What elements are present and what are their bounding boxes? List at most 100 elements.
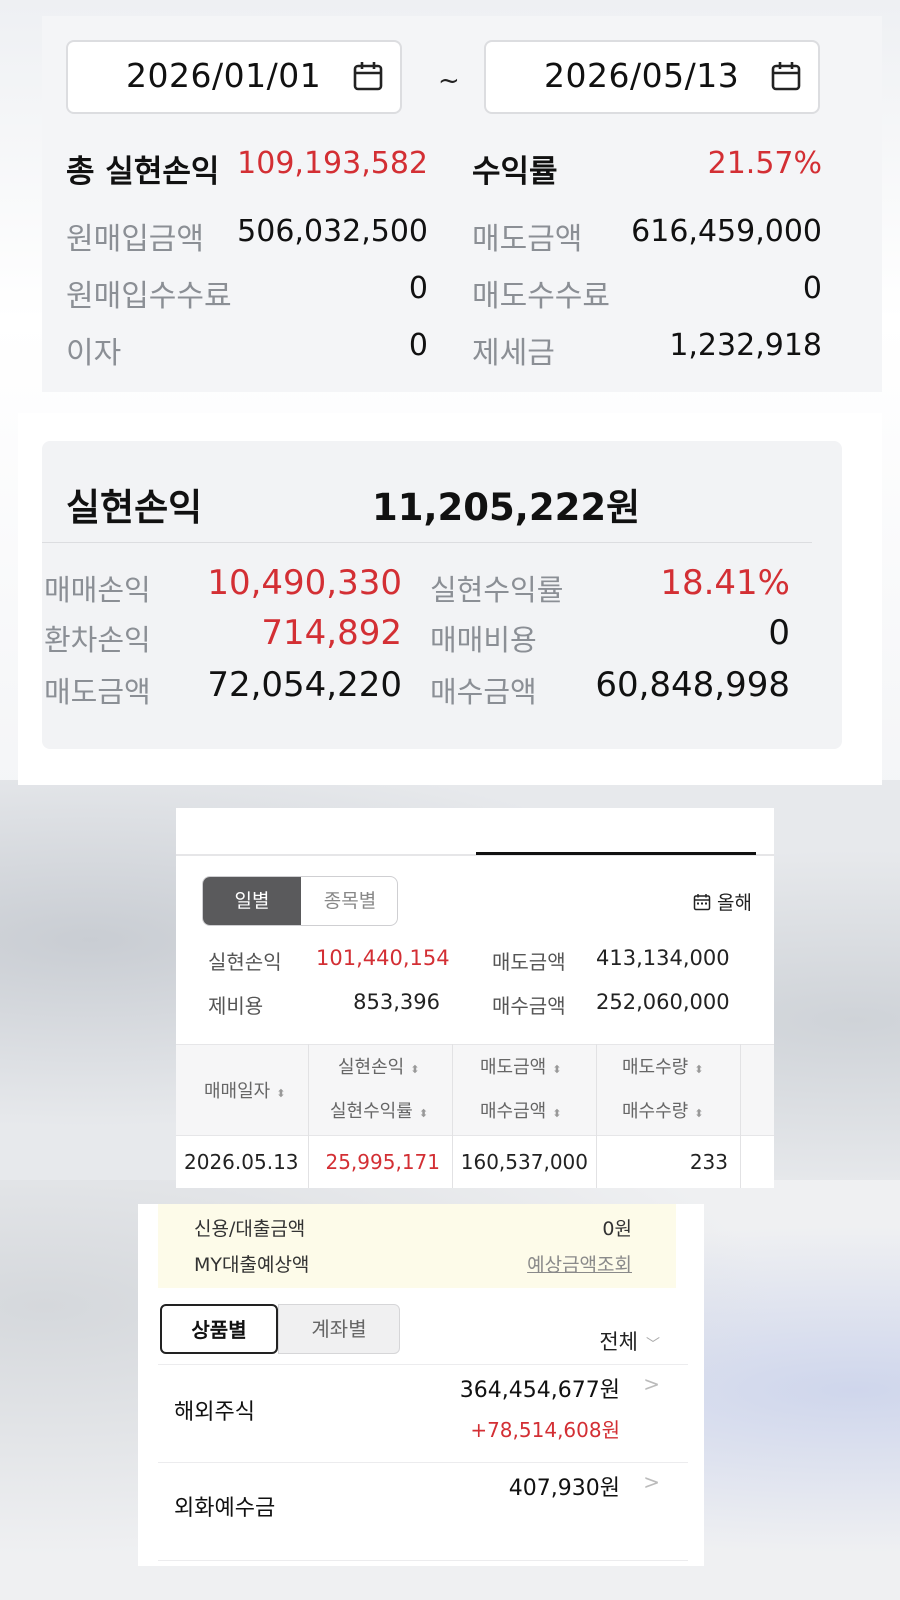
- realized-profit-value: 101,440,154: [316, 946, 450, 970]
- sort-icon: ⬍: [276, 1087, 286, 1100]
- end-date-picker[interactable]: 2026/05/13: [484, 40, 820, 114]
- trade-profit-value: 10,490,330: [207, 563, 402, 603]
- column-divider: [740, 1044, 741, 1188]
- period-label: 올해: [717, 892, 752, 914]
- header-realized-rate[interactable]: 실현수익률 ⬍: [330, 1097, 428, 1123]
- credit-loan-value: 0원: [602, 1218, 632, 1240]
- realized-rate-label: 실현수익률: [430, 573, 564, 607]
- tax-label: 제세금: [472, 336, 555, 371]
- calendar-icon[interactable]: [352, 60, 384, 92]
- sort-icon: ⬍: [552, 1063, 562, 1076]
- purchase-amount-value: 506,032,500: [237, 214, 428, 249]
- header-sell-amount[interactable]: 매도금액 ⬍: [480, 1053, 561, 1079]
- item-value: 364,454,677원: [459, 1378, 620, 1403]
- estimate-lookup-link[interactable]: 예상금액조회: [527, 1250, 632, 1277]
- active-tab-indicator: [476, 852, 756, 855]
- sell-fee-value: 0: [802, 271, 822, 306]
- header-buy-qty[interactable]: 매수수량 ⬍: [622, 1097, 703, 1123]
- sell-amount-label: 매도금액: [492, 950, 566, 974]
- header-label: 매수금액: [480, 1101, 547, 1122]
- sort-icon: ⬍: [694, 1063, 704, 1076]
- chevron-right-icon: >: [643, 1470, 660, 1494]
- item-value: 407,930원: [508, 1476, 620, 1501]
- sell-amount-cell: 160,537,000: [460, 1150, 588, 1174]
- total-profit-value: 109,193,582: [237, 146, 428, 181]
- chevron-right-icon: >: [643, 1372, 660, 1396]
- trade-cost-value: 0: [768, 613, 790, 653]
- calendar-icon: [693, 894, 711, 911]
- date-separator: ~: [438, 66, 460, 96]
- sell-amount-value: 72,054,220: [207, 665, 402, 705]
- trade-cost-label: 매매비용: [430, 623, 537, 657]
- sort-icon: ⬍: [694, 1107, 704, 1120]
- sell-amount-label: 매도금액: [44, 675, 151, 709]
- return-rate-label: 수익률: [472, 154, 558, 190]
- item-name: 외화예수금: [174, 1496, 276, 1521]
- header-label: 매도수량: [622, 1057, 689, 1078]
- sell-amount-value: 616,459,000: [631, 214, 822, 249]
- trade-date-cell: 2026.05.13: [184, 1150, 299, 1174]
- header-label: 실현손익: [338, 1057, 405, 1078]
- realized-profit-title: 실현손익: [66, 486, 203, 529]
- buy-amount-value: 60,848,998: [595, 665, 790, 705]
- interest-value: 0: [408, 328, 428, 363]
- start-date: 2026/01/01: [126, 56, 322, 95]
- header-label: 매수수량: [622, 1101, 689, 1122]
- realized-profit-cell: 25,995,171: [325, 1150, 440, 1174]
- buy-amount-label: 매수금액: [492, 994, 566, 1018]
- buy-amount-value: 252,060,000: [596, 990, 730, 1014]
- by-product-tab[interactable]: 상품별: [160, 1304, 278, 1354]
- header-trade-date[interactable]: 매매일자 ⬍: [204, 1077, 285, 1103]
- realized-profit-wrapper: 실현손익 11,205,222원 매매손익 10,490,330 실현수익률 1…: [18, 413, 882, 785]
- total-profit-label: 총 실현손익: [66, 154, 220, 190]
- grouping-toggle: 상품별 계좌별: [160, 1304, 400, 1356]
- interest-label: 이자: [66, 336, 122, 371]
- table-header: 매매일자 ⬍ 실현손익 ⬍ 실현수익률 ⬍ 매도금액 ⬍ 매수금액 ⬍ 매도수량 ⬍ 매수수…: [176, 1044, 774, 1136]
- purchase-amount-label: 원매입금액: [66, 222, 204, 257]
- item-change: +78,514,608원: [470, 1418, 620, 1442]
- sell-amount-value: 413,134,000: [596, 946, 730, 970]
- period-profit-panel: 2026/01/01 ~ 2026/05/13 총 실현손익 109,193,5…: [42, 16, 882, 392]
- filter-label: 전체: [599, 1330, 638, 1354]
- realized-profit-card: 실현손익 11,205,222원 매매손익 10,490,330 실현수익률 1…: [42, 441, 842, 749]
- period-selector[interactable]: 올해: [693, 888, 752, 915]
- return-rate-value: 21.57%: [707, 146, 822, 181]
- filter-dropdown[interactable]: 전체 ﹀: [599, 1326, 660, 1356]
- sell-fee-label: 매도수수료: [472, 279, 610, 314]
- header-label: 실현수익률: [330, 1101, 413, 1122]
- header-label: 매도금액: [480, 1057, 547, 1078]
- trade-profit-panel: 일별 종목별 올해 실현손익 101,440,154 매도금액 413,134,…: [176, 808, 774, 1188]
- calendar-icon[interactable]: [770, 60, 802, 92]
- header-buy-amount[interactable]: 매수금액 ⬍: [480, 1097, 561, 1123]
- sell-amount-label: 매도금액: [472, 222, 583, 257]
- credit-loan-label: 신용/대출금액: [194, 1218, 306, 1240]
- end-date: 2026/05/13: [544, 56, 740, 95]
- sell-qty-cell: 233: [689, 1150, 728, 1174]
- header-label: 매매일자: [204, 1081, 271, 1102]
- by-account-tab[interactable]: 계좌별: [278, 1304, 400, 1354]
- my-loan-label: MY대출예상액: [194, 1254, 310, 1276]
- total-cost-value: 853,396: [353, 990, 440, 1014]
- asset-summary-panel: 신용/대출금액 0원 MY대출예상액 예상금액조회 상품별 계좌별 전체 ﹀ 해외…: [138, 1204, 704, 1566]
- column-divider: [596, 1044, 597, 1188]
- view-toggle: 일별 종목별: [202, 876, 398, 926]
- sort-icon: ⬍: [418, 1107, 429, 1120]
- header-sell-qty[interactable]: 매도수량 ⬍: [622, 1053, 703, 1079]
- tax-value: 1,232,918: [669, 328, 822, 363]
- column-divider: [308, 1044, 309, 1188]
- chevron-down-icon: ﹀: [646, 1337, 660, 1353]
- purchase-fee-value: 0: [408, 271, 428, 306]
- start-date-picker[interactable]: 2026/01/01: [66, 40, 402, 114]
- loan-info-box: 신용/대출금액 0원 MY대출예상액 예상금액조회: [158, 1204, 676, 1288]
- divider: [42, 542, 812, 543]
- realized-rate-value: 18.41%: [660, 563, 790, 603]
- realized-profit-label: 실현손익: [208, 950, 282, 974]
- by-stock-tab[interactable]: 종목별: [301, 877, 397, 925]
- total-cost-label: 제비용: [208, 994, 264, 1018]
- daily-tab[interactable]: 일별: [203, 877, 301, 925]
- trade-profit-label: 매매손익: [44, 573, 151, 607]
- divider: [158, 1560, 688, 1561]
- header-realized-profit[interactable]: 실현손익 ⬍: [338, 1053, 419, 1079]
- item-name: 해외주식: [174, 1400, 255, 1425]
- fx-profit-value: 714,892: [261, 613, 402, 653]
